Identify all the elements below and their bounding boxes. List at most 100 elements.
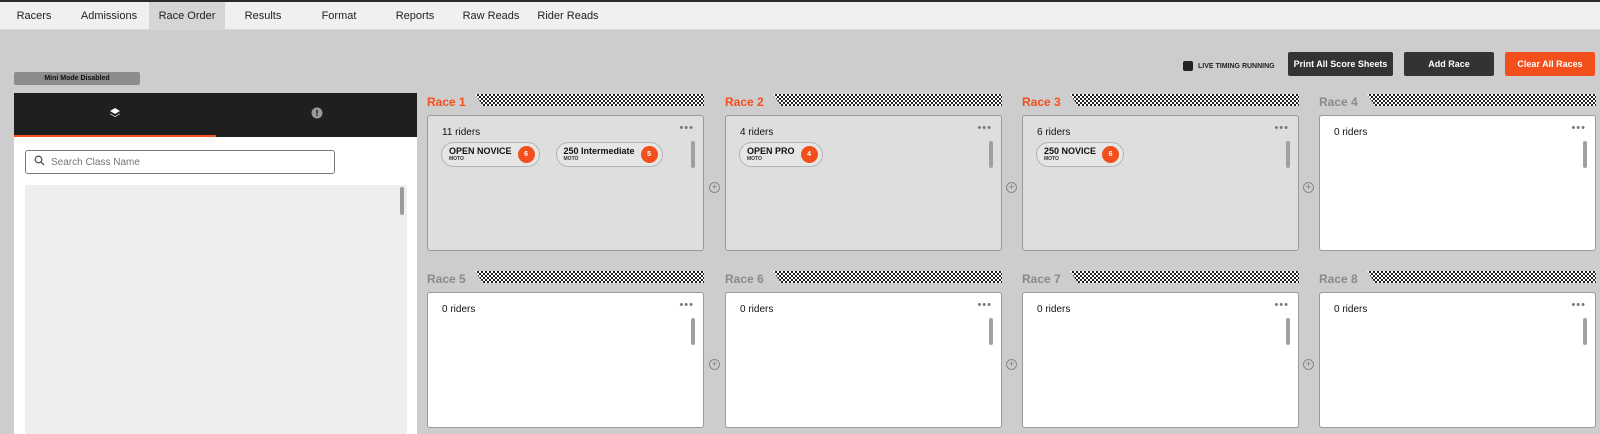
insert-race-plus-icon[interactable]: +: [1303, 182, 1314, 193]
race-7: Race 7 0 riders •••: [1022, 271, 1299, 429]
more-options-icon[interactable]: •••: [679, 122, 694, 134]
rider-count: 6 riders: [1037, 127, 1071, 138]
class-search-field[interactable]: [25, 150, 335, 174]
class-chip[interactable]: OPEN NOVICE MOTO 6: [441, 142, 540, 167]
race-class-list: OPEN PRO MOTO 4: [739, 142, 823, 167]
class-rider-count-badge: 5: [640, 146, 658, 163]
race-card[interactable]: 11 riders ••• OPEN NOVICE MOTO 6 250 Int…: [427, 115, 704, 251]
race-8: Race 8 0 riders •••: [1319, 271, 1596, 429]
race-card[interactable]: 0 riders •••: [427, 292, 704, 428]
class-chip[interactable]: 250 Intermediate MOTO 5: [555, 142, 663, 167]
race-card[interactable]: 0 riders •••: [1022, 292, 1299, 428]
race-class-list: OPEN NOVICE MOTO 6 250 Intermediate MOTO…: [441, 142, 663, 167]
class-type: MOTO: [563, 156, 579, 162]
class-search-input[interactable]: [51, 156, 321, 168]
race-card-scrollbar[interactable]: [989, 141, 993, 168]
class-list: [25, 185, 407, 434]
nav-racers[interactable]: Racers: [0, 2, 68, 30]
class-chip-text: 250 NOVICE MOTO: [1044, 147, 1096, 162]
race-title: Race 6: [725, 272, 764, 286]
race-4: Race 4 0 riders •••: [1319, 94, 1596, 252]
rider-count: 0 riders: [740, 304, 774, 315]
nav-admissions[interactable]: Admissions: [72, 2, 146, 30]
more-options-icon[interactable]: •••: [1571, 122, 1586, 134]
race-card-scrollbar[interactable]: [691, 318, 695, 345]
class-name: OPEN PRO: [747, 146, 795, 156]
checkered-flag-banner: [1070, 94, 1299, 106]
nav-race-order[interactable]: Race Order: [149, 2, 225, 30]
more-options-icon[interactable]: •••: [1274, 122, 1289, 134]
race-card-scrollbar[interactable]: [1286, 318, 1290, 345]
nav-rider-reads[interactable]: Rider Reads: [531, 2, 605, 30]
race-card-scrollbar[interactable]: [1583, 141, 1587, 168]
race-header: Race 5: [427, 271, 704, 287]
print-all-score-sheets-button[interactable]: Print All Score Sheets: [1288, 52, 1393, 76]
race-card[interactable]: 0 riders •••: [725, 292, 1002, 428]
insert-race-plus-icon[interactable]: +: [709, 359, 720, 370]
more-options-icon[interactable]: •••: [977, 299, 992, 311]
checkered-flag-banner: [773, 94, 1002, 106]
race-card-scrollbar[interactable]: [1286, 141, 1290, 168]
class-name: 250 NOVICE: [1044, 146, 1097, 156]
insert-race-plus-icon[interactable]: +: [1006, 182, 1017, 193]
class-chip[interactable]: 250 NOVICE MOTO 6: [1036, 142, 1125, 167]
race-card[interactable]: 4 riders ••• OPEN PRO MOTO 4: [725, 115, 1002, 251]
race-header: Race 8: [1319, 271, 1596, 287]
race-card[interactable]: 0 riders •••: [1319, 292, 1596, 428]
checkered-flag-banner: [475, 271, 704, 283]
race-header: Race 2: [725, 94, 1002, 110]
class-sidebar: [14, 93, 417, 434]
layers-icon: [109, 106, 121, 124]
add-race-button[interactable]: Add Race: [1404, 52, 1494, 76]
checkered-flag-banner: [773, 271, 1002, 283]
tab-info[interactable]: [216, 93, 417, 137]
class-chip-text: 250 Intermediate MOTO: [564, 147, 635, 162]
tab-classes[interactable]: [14, 93, 216, 137]
race-card-scrollbar[interactable]: [691, 141, 695, 168]
nav-reports[interactable]: Reports: [380, 2, 450, 30]
race-card[interactable]: 0 riders •••: [1319, 115, 1596, 251]
race-3: Race 3 6 riders ••• 250 NOVICE MOTO 6: [1022, 94, 1299, 252]
race-card-scrollbar[interactable]: [989, 318, 993, 345]
class-rider-count-badge: 4: [800, 146, 818, 163]
class-chip[interactable]: OPEN PRO MOTO 4: [739, 142, 823, 167]
race-card[interactable]: 6 riders ••• 250 NOVICE MOTO 6: [1022, 115, 1299, 251]
nav-results[interactable]: Results: [228, 2, 298, 30]
class-name: OPEN NOVICE: [449, 146, 512, 156]
nav-raw-reads[interactable]: Raw Reads: [456, 2, 526, 30]
race-card-scrollbar[interactable]: [1583, 318, 1587, 345]
checkered-flag-banner: [1367, 94, 1596, 106]
more-options-icon[interactable]: •••: [977, 122, 992, 134]
race-title: Race 1: [427, 95, 466, 109]
class-list-scrollbar[interactable]: [400, 187, 404, 215]
rider-count: 0 riders: [442, 304, 476, 315]
race-title: Race 4: [1319, 95, 1358, 109]
live-timing-toggle[interactable]: LIVE TIMING RUNNING: [1183, 60, 1275, 72]
rider-count: 4 riders: [740, 127, 774, 138]
race-header: Race 3: [1022, 94, 1299, 110]
insert-race-plus-icon[interactable]: +: [1006, 359, 1017, 370]
race-header: Race 7: [1022, 271, 1299, 287]
mini-mode-toggle[interactable]: Mini Mode Disabled: [14, 72, 140, 85]
race-header: Race 1: [427, 94, 704, 110]
rider-count: 0 riders: [1334, 127, 1368, 138]
class-type: MOTO: [449, 156, 464, 162]
nav-format[interactable]: Format: [304, 2, 374, 30]
class-chip-text: OPEN NOVICE MOTO: [449, 147, 512, 162]
race-title: Race 5: [427, 272, 466, 286]
class-type: MOTO: [1044, 156, 1059, 162]
search-icon: [34, 153, 45, 171]
checkered-flag-banner: [1367, 271, 1596, 283]
more-options-icon[interactable]: •••: [1571, 299, 1586, 311]
clear-all-races-button[interactable]: Clear All Races: [1505, 52, 1595, 76]
race-5: Race 5 0 riders •••: [427, 271, 704, 429]
more-options-icon[interactable]: •••: [1274, 299, 1289, 311]
checkered-flag-banner: [1070, 271, 1299, 283]
race-title: Race 2: [725, 95, 764, 109]
insert-race-plus-icon[interactable]: +: [1303, 359, 1314, 370]
class-chip-text: OPEN PRO MOTO: [747, 147, 795, 162]
race-title: Race 8: [1319, 272, 1358, 286]
more-options-icon[interactable]: •••: [679, 299, 694, 311]
insert-race-plus-icon[interactable]: +: [709, 182, 720, 193]
live-timing-checkbox[interactable]: [1183, 61, 1193, 71]
